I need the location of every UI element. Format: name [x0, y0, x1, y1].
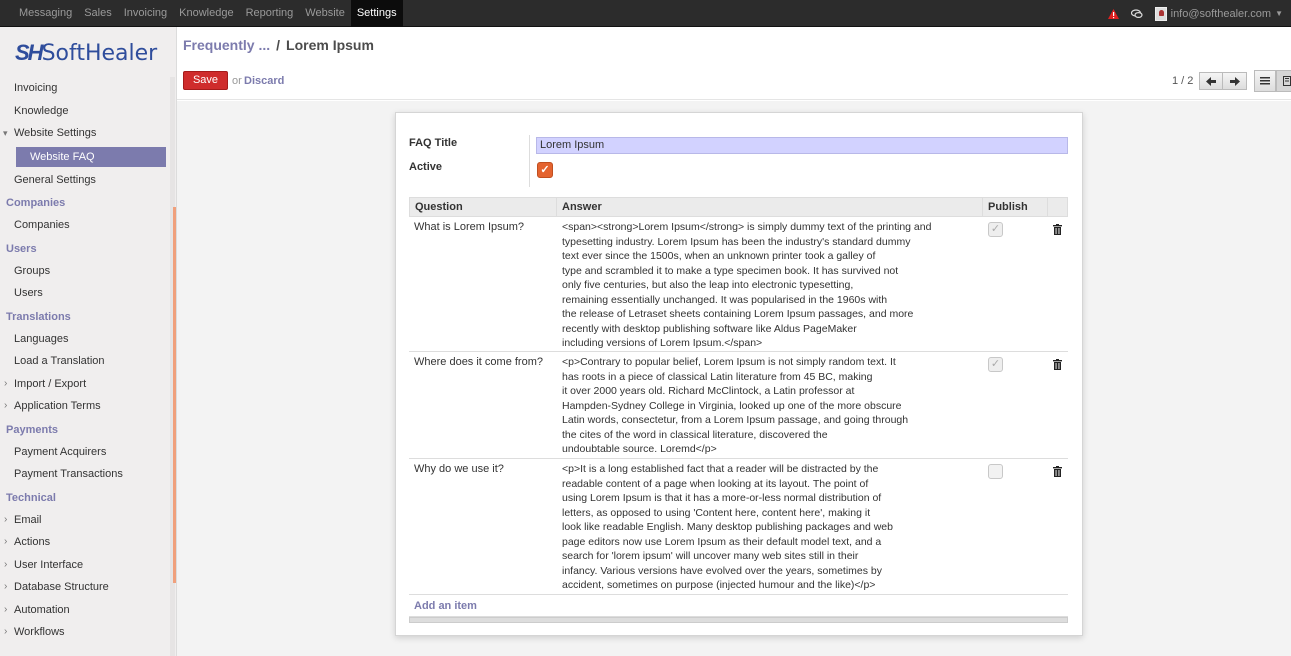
- table-row[interactable]: What is Lorem Ipsum? <span><strong>Lorem …: [409, 217, 1068, 352]
- publish-checkbox[interactable]: ✓: [988, 222, 1003, 237]
- breadcrumb: Frequently ... / Lorem Ipsum: [183, 37, 374, 53]
- sidebar-section-payments: Payments: [6, 423, 58, 436]
- column-header-question[interactable]: Question: [415, 198, 463, 217]
- column-divider: [556, 198, 557, 217]
- main-content: FAQ Title Active Lorem Ipsum ✓ Question …: [177, 101, 1291, 656]
- table-header: Question Answer Publish: [409, 197, 1068, 217]
- active-label: Active: [409, 161, 443, 173]
- sidebar-item-companies[interactable]: Companies: [0, 214, 170, 237]
- sidebar-item-users[interactable]: Users: [0, 282, 170, 305]
- arrow-right-icon: [1229, 76, 1240, 86]
- sidebar-item-application-terms[interactable]: Application Terms: [0, 395, 170, 418]
- column-divider: [1047, 198, 1048, 217]
- answer-cell: <span><strong>Lorem Ipsum</strong> is si…: [562, 221, 932, 349]
- form-view-button[interactable]: [1276, 70, 1291, 92]
- sidebar-item-email[interactable]: Email: [0, 509, 170, 532]
- pager-counter: 1 / 2: [1172, 75, 1194, 87]
- top-menu-messaging[interactable]: Messaging: [13, 0, 78, 27]
- chevron-down-icon: ▼: [1275, 9, 1283, 18]
- sidebar-item-automation[interactable]: Automation: [0, 599, 170, 622]
- faq-table: Question Answer Publish What is Lorem Ip…: [409, 197, 1068, 623]
- breadcrumb-parent[interactable]: Frequently ...: [183, 37, 270, 53]
- field-divider: [529, 135, 530, 187]
- sidebar-scroll-thumb[interactable]: [173, 207, 176, 583]
- sidebar-item-database-structure[interactable]: Database Structure: [0, 576, 170, 599]
- breadcrumb-current: Lorem Ipsum: [286, 37, 374, 53]
- arrow-left-icon: [1206, 76, 1216, 86]
- sidebar-item-website-faq[interactable]: Website FAQ: [16, 146, 166, 167]
- add-item-link[interactable]: Add an item: [409, 595, 1068, 617]
- answer-cell: <p>It is a long established fact that a …: [562, 463, 893, 591]
- faq-title-label: FAQ Title: [409, 137, 458, 149]
- logo-mark: SH: [15, 40, 44, 65]
- trash-icon[interactable]: [1053, 359, 1062, 370]
- breadcrumb-separator: /: [276, 37, 281, 53]
- faq-title-input[interactable]: Lorem Ipsum: [536, 137, 1068, 154]
- column-divider: [982, 198, 983, 217]
- table-row[interactable]: Why do we use it? <p>It is a long establi…: [409, 459, 1068, 595]
- top-menu-settings[interactable]: Settings: [350, 0, 403, 27]
- sidebar-section-technical: Technical: [6, 491, 56, 504]
- answer-cell: <p>Contrary to popular belief, Lorem Ips…: [562, 356, 909, 455]
- top-menu-sales[interactable]: Sales: [78, 0, 118, 27]
- trash-icon[interactable]: [1053, 224, 1062, 235]
- top-right-area: info@softhealer.com ▼: [1107, 0, 1283, 27]
- sidebar-item-workflows[interactable]: Workflows: [0, 621, 170, 644]
- company-logo[interactable]: SH SoftHealer: [15, 40, 157, 66]
- logo-text: SoftHealer: [41, 40, 158, 66]
- sidebar-item-payment-acquirers[interactable]: Payment Acquirers: [0, 441, 170, 464]
- chat-icon[interactable]: [1130, 8, 1143, 19]
- form-sheet: FAQ Title Active Lorem Ipsum ✓ Question …: [395, 112, 1083, 636]
- question-cell: Where does it come from?: [414, 356, 543, 368]
- list-icon: [1260, 77, 1270, 85]
- sidebar-item-groups[interactable]: Groups: [0, 260, 170, 283]
- top-menu-invoicing[interactable]: Invoicing: [118, 0, 173, 27]
- top-menu: Messaging Sales Invoicing Knowledge Reportin…: [13, 0, 403, 27]
- next-record-button[interactable]: [1223, 72, 1247, 90]
- publish-checkbox[interactable]: ✓: [988, 464, 1003, 479]
- sidebar-item-invoicing[interactable]: Invoicing: [0, 77, 170, 100]
- table-footer: [409, 617, 1068, 623]
- sidebar-item-general-settings[interactable]: General Settings: [0, 169, 170, 192]
- sidebar-section-users: Users: [6, 242, 37, 255]
- active-checkbox[interactable]: ✓: [537, 162, 553, 178]
- top-menu-reporting[interactable]: Reporting: [240, 0, 300, 27]
- table-body: What is Lorem Ipsum? <span><strong>Lorem …: [409, 217, 1068, 595]
- sidebar-section-companies: Companies: [6, 197, 66, 209]
- table-row[interactable]: Where does it come from? <p>Contrary to p…: [409, 352, 1068, 459]
- column-header-answer[interactable]: Answer: [562, 198, 602, 217]
- pager-buttons: [1199, 72, 1247, 90]
- top-menu-website[interactable]: Website: [299, 0, 351, 27]
- sidebar-section-translations: Translations: [6, 310, 71, 323]
- avatar: [1154, 6, 1167, 21]
- trash-icon[interactable]: [1053, 466, 1062, 477]
- top-menu-knowledge[interactable]: Knowledge: [173, 0, 239, 27]
- sidebar-item-languages[interactable]: Languages: [0, 328, 170, 351]
- sidebar-item-actions[interactable]: Actions: [0, 531, 170, 554]
- sidebar-menu: InvoicingKnowledgeWebsite SettingsWebsit…: [0, 77, 170, 644]
- sidebar-item-knowledge[interactable]: Knowledge: [0, 100, 170, 123]
- discard-button[interactable]: Discard: [244, 75, 284, 87]
- previous-record-button[interactable]: [1199, 72, 1223, 90]
- top-navbar: Messaging Sales Invoicing Knowledge Reportin…: [0, 0, 1291, 27]
- question-cell: Why do we use it?: [414, 463, 504, 475]
- sidebar-item-user-interface[interactable]: User Interface: [0, 554, 170, 577]
- view-switcher: [1254, 70, 1291, 92]
- sidebar: SH SoftHealer InvoicingKnowledgeWebsite …: [0, 27, 177, 656]
- save-button[interactable]: Save: [183, 71, 228, 90]
- control-panel: Frequently ... / Lorem Ipsum Save or Dis…: [177, 27, 1291, 100]
- list-view-button[interactable]: [1254, 70, 1276, 92]
- column-header-publish[interactable]: Publish: [988, 198, 1028, 217]
- form-icon: [1283, 76, 1291, 86]
- user-menu[interactable]: info@softhealer.com ▼: [1154, 6, 1283, 21]
- warning-icon[interactable]: [1107, 8, 1119, 19]
- sidebar-item-load-a-translation[interactable]: Load a Translation: [0, 350, 170, 373]
- sidebar-item-payment-transactions[interactable]: Payment Transactions: [0, 463, 170, 486]
- sidebar-item-website-settings[interactable]: Website Settings: [0, 122, 170, 145]
- or-text: or: [232, 75, 242, 87]
- question-cell: What is Lorem Ipsum?: [414, 221, 525, 233]
- user-email: info@softhealer.com: [1170, 7, 1272, 20]
- sidebar-item-import-export[interactable]: Import / Export: [0, 373, 170, 396]
- publish-checkbox[interactable]: ✓: [988, 357, 1003, 372]
